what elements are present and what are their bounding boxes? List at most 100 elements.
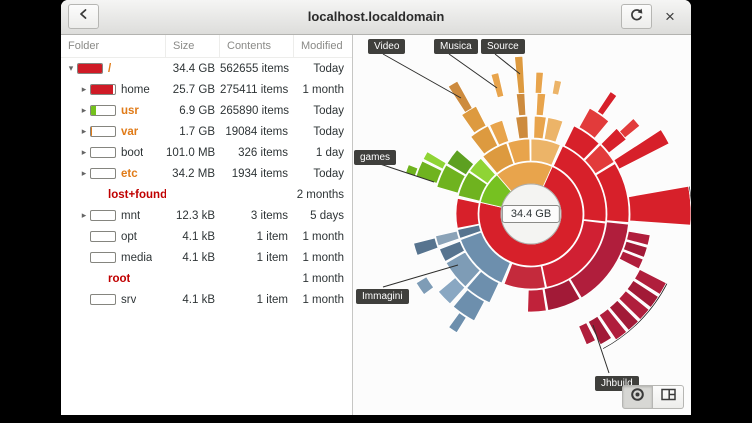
chart-segment[interactable] xyxy=(456,198,479,228)
table-row[interactable]: ▸var1.7 GB19084 itemsToday xyxy=(61,121,352,142)
usage-bar-icon xyxy=(90,294,116,305)
column-header-folder[interactable]: Folder xyxy=(61,35,166,57)
folder-name: boot xyxy=(121,147,143,159)
chart-segment[interactable] xyxy=(629,186,692,225)
table-row[interactable]: ▸ mnt 12.3 kB3 items5 days xyxy=(61,205,352,226)
chart-segment[interactable] xyxy=(544,118,563,143)
folder-name: etc xyxy=(121,168,138,180)
chart-segment[interactable] xyxy=(534,116,547,139)
contents-cell: 265890 items xyxy=(220,105,294,117)
chart-annotation: games xyxy=(354,150,396,165)
chart-segment[interactable] xyxy=(448,81,472,112)
table-row[interactable]: opt4.1 kB1 item1 month xyxy=(61,226,352,247)
folder-name: home xyxy=(121,84,150,96)
treemap-view-button[interactable] xyxy=(653,385,684,409)
table-row[interactable]: lost+found2 months xyxy=(61,184,352,205)
usage-bar-icon xyxy=(77,63,103,74)
contents-cell: 1 item xyxy=(220,231,294,243)
annotation-leader-line xyxy=(383,54,461,98)
chart-annotation: Immagini xyxy=(356,289,409,304)
modified-cell: Today xyxy=(294,168,352,180)
usage-bar-icon xyxy=(90,231,116,242)
chart-segment[interactable] xyxy=(552,80,561,95)
rings-chart-panel: VideoMusicaSourcegamesImmaginiJhbuild 34… xyxy=(353,35,691,415)
table-row[interactable]: ▸boot101.0 MB326 items1 day xyxy=(61,142,352,163)
modified-cell: 1 month xyxy=(294,84,352,96)
modified-cell: 1 month xyxy=(294,252,352,264)
rings-view-button[interactable] xyxy=(622,385,653,409)
modified-cell: 5 days xyxy=(294,210,352,222)
modified-cell: Today xyxy=(294,105,352,117)
expander-icon[interactable]: ▸ xyxy=(78,168,90,179)
column-header-modified[interactable]: Modified xyxy=(294,35,352,57)
column-header-contents[interactable]: Contents xyxy=(220,35,294,57)
size-cell: 25.7 GB xyxy=(166,84,220,96)
usage-bar-icon xyxy=(90,252,116,263)
size-cell: 101.0 MB xyxy=(166,147,220,159)
refresh-icon xyxy=(629,7,644,27)
size-cell: 6.9 GB xyxy=(166,105,220,117)
folder-cell: root xyxy=(61,273,166,285)
chart-annotation: Musica xyxy=(434,39,478,54)
folder-cell: ▾/ xyxy=(61,63,166,75)
refresh-button[interactable] xyxy=(621,4,652,29)
chart-center-size-label: 34.4 GB xyxy=(502,205,560,223)
table-row[interactable]: srv4.1 kB1 item1 month xyxy=(61,289,352,310)
chart-segment[interactable] xyxy=(620,119,640,138)
size-cell: 12.3 kB xyxy=(166,210,220,222)
chart-segment[interactable] xyxy=(536,93,546,116)
chart-annotation: Video xyxy=(368,39,405,54)
view-toggle xyxy=(622,385,684,409)
expander-icon[interactable]: ▸ xyxy=(78,105,90,116)
table-row[interactable]: root 1 month xyxy=(61,268,352,289)
chart-segment[interactable] xyxy=(504,264,545,289)
close-button[interactable]: × xyxy=(657,4,683,29)
expander-icon[interactable]: ▸ xyxy=(78,84,90,95)
modified-cell: 1 month xyxy=(294,294,352,306)
table-row[interactable]: ▸ usr 6.9 GB265890 itemsToday xyxy=(61,100,352,121)
chart-segment[interactable] xyxy=(449,313,467,333)
size-cell: 4.1 kB xyxy=(166,294,220,306)
chart-segment[interactable] xyxy=(597,92,616,116)
folder-name: mnt xyxy=(121,210,140,222)
chart-segment[interactable] xyxy=(416,277,434,295)
chevron-left-icon xyxy=(77,7,91,26)
back-button[interactable] xyxy=(68,4,99,29)
folder-cell: ▸ var xyxy=(61,126,166,138)
modified-cell: 1 month xyxy=(294,273,352,285)
folder-cell: ▸ boot xyxy=(61,147,166,159)
chart-segment[interactable] xyxy=(515,56,525,93)
folder-tree-panel: Folder Size Contents Modified ▾/34.4 GB5… xyxy=(61,35,353,415)
folder-name: root xyxy=(108,273,130,285)
contents-cell: 1934 items xyxy=(220,168,294,180)
table-row[interactable]: ▸home25.7 GB275411 items1 month xyxy=(61,79,352,100)
usage-bar-icon xyxy=(90,168,116,179)
table-row[interactable]: media4.1 kB1 item1 month xyxy=(61,247,352,268)
usage-bar-icon xyxy=(90,147,116,158)
chart-segment[interactable] xyxy=(528,289,547,312)
table-row[interactable]: ▾/34.4 GB562655 itemsToday xyxy=(61,58,352,79)
usage-bar-icon xyxy=(90,84,116,95)
folder-name: opt xyxy=(121,231,137,243)
chart-segment[interactable] xyxy=(535,72,543,93)
expander-icon[interactable]: ▸ xyxy=(78,126,90,137)
folder-name: var xyxy=(121,126,138,138)
chart-segment[interactable] xyxy=(414,238,438,255)
window-title: localhost.localdomain xyxy=(61,0,691,34)
contents-cell: 3 items xyxy=(220,210,294,222)
table-row[interactable]: ▸etc34.2 MB1934 itemsToday xyxy=(61,163,352,184)
column-header-size[interactable]: Size xyxy=(166,35,220,57)
chart-segment[interactable] xyxy=(516,93,526,116)
chart-segment[interactable] xyxy=(516,116,529,139)
folder-name: usr xyxy=(121,105,139,117)
modified-cell: Today xyxy=(294,126,352,138)
expander-icon[interactable]: ▾ xyxy=(65,63,77,74)
modified-cell: 1 day xyxy=(294,147,352,159)
folder-cell: opt xyxy=(61,231,166,243)
expander-icon[interactable]: ▸ xyxy=(78,210,90,221)
folder-cell: media xyxy=(61,252,166,264)
folder-cell: lost+found xyxy=(61,189,166,201)
folder-name: media xyxy=(121,252,152,264)
expander-icon[interactable]: ▸ xyxy=(78,147,90,158)
usage-bar-icon xyxy=(90,210,116,221)
